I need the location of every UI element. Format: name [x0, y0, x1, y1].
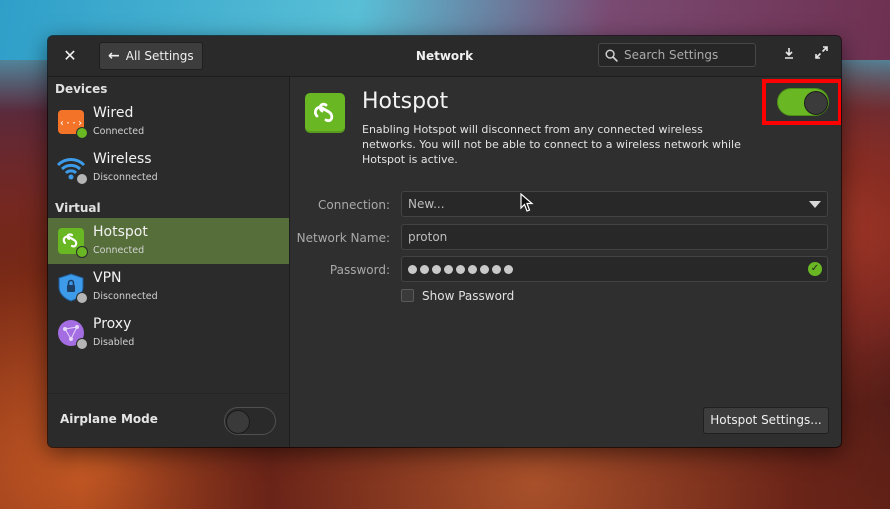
hotspot-icon	[56, 226, 88, 258]
password-dot	[432, 265, 441, 274]
password-dot	[480, 265, 489, 274]
sidebar-item-hotspot[interactable]: Hotspot Connected	[48, 218, 289, 264]
switch-knob	[226, 410, 250, 434]
network-name-value: proton	[408, 230, 448, 244]
titlebar: ✕ ← All Settings Network	[48, 36, 841, 77]
sidebar-item-name: Wireless	[93, 151, 152, 167]
status-connected-dot	[76, 246, 88, 258]
connection-value: New...	[408, 197, 445, 211]
wired-network-icon: ‹··›	[56, 107, 88, 139]
password-dot	[468, 265, 477, 274]
connection-select[interactable]: New...	[401, 191, 828, 217]
sidebar-item-status: Connected	[93, 245, 145, 256]
sidebar-footer: Airplane Mode	[48, 393, 289, 447]
status-disabled-dot	[76, 338, 88, 350]
network-name-label: Network Name:	[296, 231, 390, 245]
password-dot	[492, 265, 501, 274]
sidebar-item-status: Disabled	[93, 337, 135, 348]
airplane-mode-label: Airplane Mode	[60, 412, 158, 426]
highlight-annotation	[762, 79, 841, 125]
sidebar-item-status: Disconnected	[93, 291, 158, 302]
section-label-virtual: Virtual	[55, 201, 101, 215]
password-dot	[444, 265, 453, 274]
sidebar-item-status: Connected	[93, 126, 145, 137]
sidebar-item-status: Disconnected	[93, 172, 158, 183]
panel-description: Enabling Hotspot will disconnect from an…	[362, 123, 741, 166]
proxy-globe-icon	[56, 318, 88, 350]
network-settings-window: ✕ ← All Settings Network Devices ‹··›	[48, 36, 841, 447]
section-label-devices: Devices	[55, 82, 108, 96]
password-input[interactable]: ✓	[401, 256, 828, 282]
panel-title: Hotspot	[362, 89, 449, 114]
vpn-shield-icon	[56, 272, 88, 304]
connection-label: Connection:	[318, 198, 390, 212]
download-icon[interactable]	[779, 46, 799, 66]
airplane-mode-switch[interactable]	[224, 407, 276, 435]
network-name-input[interactable]: proton	[401, 224, 828, 250]
password-dot	[420, 265, 429, 274]
search-icon	[605, 48, 618, 62]
valid-check-icon: ✓	[808, 262, 822, 276]
sidebar-item-name: Hotspot	[93, 224, 148, 240]
mouse-cursor-icon	[520, 193, 534, 212]
password-dot	[456, 265, 465, 274]
password-dot	[504, 265, 513, 274]
all-settings-button[interactable]: ← All Settings	[99, 42, 203, 70]
sidebar-item-name: VPN	[93, 270, 122, 286]
status-connected-dot	[76, 127, 88, 139]
hotspot-panel: Hotspot Enabling Hotspot will disconnect…	[290, 77, 841, 447]
chevron-down-icon	[809, 201, 821, 208]
hotspot-icon	[305, 93, 345, 133]
sidebar-item-wired[interactable]: ‹··› Wired Connected	[48, 99, 289, 145]
all-settings-label: All Settings	[125, 49, 194, 63]
sidebar-item-name: Wired	[93, 105, 134, 121]
search-input[interactable]	[624, 48, 744, 62]
status-disconnected-dot	[76, 292, 88, 304]
wireless-icon	[56, 153, 88, 185]
sidebar-item-name: Proxy	[93, 316, 132, 332]
show-password-label[interactable]: Show Password	[422, 289, 514, 303]
back-arrow-icon: ←	[108, 48, 120, 64]
maximize-icon[interactable]	[811, 46, 831, 66]
sidebar-item-vpn[interactable]: VPN Disconnected	[48, 264, 289, 310]
search-box[interactable]	[598, 43, 756, 67]
show-password-checkbox[interactable]	[401, 289, 414, 302]
hotspot-settings-button[interactable]: Hotspot Settings...	[703, 407, 829, 434]
sidebar: Devices ‹··› Wired Connected Wireless Di…	[48, 77, 290, 447]
close-button[interactable]: ✕	[60, 46, 80, 66]
sidebar-item-wireless[interactable]: Wireless Disconnected	[48, 145, 289, 191]
password-mask	[408, 265, 513, 274]
password-dot	[408, 265, 417, 274]
password-label: Password:	[329, 263, 390, 277]
status-disconnected-dot	[76, 173, 88, 185]
sidebar-item-proxy[interactable]: Proxy Disabled	[48, 310, 289, 356]
